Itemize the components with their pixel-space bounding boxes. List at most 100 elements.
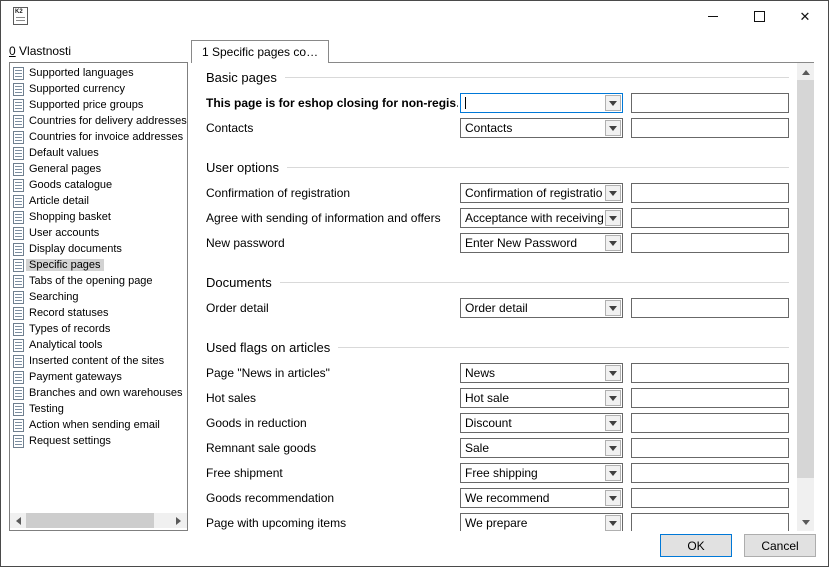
dropdown-arrow-button[interactable] [605,415,621,431]
sidebar-item[interactable]: Supported price groups [10,97,187,113]
text-field[interactable] [631,413,789,433]
combo-box[interactable]: Enter New Password [460,233,623,253]
content-panel: Basic pagesThis page is for eshop closin… [191,63,797,531]
chevron-down-icon [609,396,617,405]
dropdown-arrow-button[interactable] [605,300,621,316]
combo-box[interactable]: Sale [460,438,623,458]
scroll-up-button[interactable] [797,63,814,79]
sidebar-item[interactable]: Supported currency [10,81,187,97]
sidebar-item[interactable]: Testing [10,401,187,417]
text-field[interactable] [631,388,789,408]
combo-box[interactable] [460,93,623,113]
tab-specific-pages[interactable]: 1 Specific pages co… [191,40,329,63]
chevron-down-icon [609,521,617,530]
text-field[interactable] [631,118,789,138]
sidebar-item[interactable]: Record statuses [10,305,187,321]
combo-value: Discount [465,416,603,430]
group-heading: Documents [206,274,789,290]
combo-box[interactable]: Hot sale [460,388,623,408]
sidebar-item[interactable]: Countries for delivery addresses [10,113,187,129]
dropdown-arrow-button[interactable] [605,95,621,111]
sidebar-list[interactable]: Supported languagesSupported currencySup… [9,62,188,531]
combo-box[interactable]: Contacts [460,118,623,138]
horizontal-scroll-thumb[interactable] [26,513,154,528]
row-label: Goods in reduction [206,416,458,430]
text-field[interactable] [631,488,789,508]
dropdown-arrow-button[interactable] [605,235,621,251]
vertical-scroll-thumb[interactable] [797,80,814,478]
ok-button[interactable]: OK [660,534,732,557]
chevron-down-icon [609,421,617,430]
text-field[interactable] [631,363,789,383]
combo-box[interactable]: Free shipping [460,463,623,483]
text-field[interactable] [631,463,789,483]
text-field[interactable] [631,513,789,531]
form-row: This page is for eshop closing for non-r… [206,93,789,113]
sidebar-item[interactable]: Goods catalogue [10,177,187,193]
scroll-right-button[interactable] [172,513,187,528]
sidebar-item[interactable]: Analytical tools [10,337,187,353]
dropdown-arrow-button[interactable] [605,365,621,381]
group-title-line [285,77,789,78]
text-field[interactable] [631,208,789,228]
sidebar-item-label: Request settings [26,435,114,447]
text-field[interactable] [631,438,789,458]
form-row: Goods in reduction Discount [206,413,789,433]
combo-box[interactable]: Confirmation of registration [460,183,623,203]
combo-box[interactable]: We prepare [460,513,623,531]
row-label: Contacts [206,121,458,135]
sidebar-item[interactable]: User accounts [10,225,187,241]
chevron-down-icon [609,126,617,135]
scroll-down-button[interactable] [797,515,814,531]
maximize-button[interactable] [736,1,782,32]
text-field[interactable] [631,183,789,203]
text-caret [465,97,466,109]
combo-value: We recommend [465,491,603,505]
dropdown-arrow-button[interactable] [605,465,621,481]
sidebar-item-label: Record statuses [26,307,111,319]
page-icon [13,419,24,432]
sidebar-item[interactable]: Payment gateways [10,369,187,385]
dropdown-arrow-button[interactable] [605,120,621,136]
scroll-left-button[interactable] [10,513,25,528]
dropdown-arrow-button[interactable] [605,185,621,201]
sidebar-horizontal-scrollbar[interactable] [10,513,187,528]
combo-box[interactable]: Discount [460,413,623,433]
sidebar-item[interactable]: Tabs of the opening page [10,273,187,289]
sidebar-item[interactable]: General pages [10,161,187,177]
dropdown-arrow-button[interactable] [605,490,621,506]
dropdown-arrow-button[interactable] [605,515,621,531]
combo-box[interactable]: We recommend [460,488,623,508]
combo-box[interactable]: News [460,363,623,383]
sidebar-item[interactable]: Display documents [10,241,187,257]
text-field[interactable] [631,93,789,113]
content-vertical-scrollbar[interactable] [797,63,814,531]
dropdown-arrow-button[interactable] [605,440,621,456]
combo-box[interactable]: Acceptance with receiving N [460,208,623,228]
dropdown-arrow-button[interactable] [605,210,621,226]
sidebar-item[interactable]: Branches and own warehouses [10,385,187,401]
cancel-button[interactable]: Cancel [744,534,816,557]
minimize-button[interactable] [690,1,736,32]
sidebar-item[interactable]: Types of records [10,321,187,337]
sidebar-item[interactable]: Supported languages [10,65,187,81]
combo-value: Acceptance with receiving N [465,211,603,225]
sidebar-item[interactable]: Shopping basket [10,209,187,225]
sidebar-item[interactable]: Inserted content of the sites [10,353,187,369]
chevron-down-icon [609,371,617,380]
dropdown-arrow-button[interactable] [605,390,621,406]
sidebar-item[interactable]: Countries for invoice addresses [10,129,187,145]
form-row: Goods recommendationWe recommend [206,488,789,508]
sidebar-item[interactable]: Specific pages [10,257,187,273]
text-field[interactable] [631,298,789,318]
sidebar-item[interactable]: Request settings [10,433,187,449]
combo-box[interactable]: Order detail [460,298,623,318]
sidebar-item-label: Testing [26,403,67,415]
text-field[interactable] [631,233,789,253]
sidebar-item[interactable]: Article detail [10,193,187,209]
sidebar-item[interactable]: Action when sending email [10,417,187,433]
sidebar-item[interactable]: Default values [10,145,187,161]
close-button[interactable]: ✕ [782,1,828,32]
form-group: Basic pagesThis page is for eshop closin… [206,63,789,153]
sidebar-item[interactable]: Searching [10,289,187,305]
